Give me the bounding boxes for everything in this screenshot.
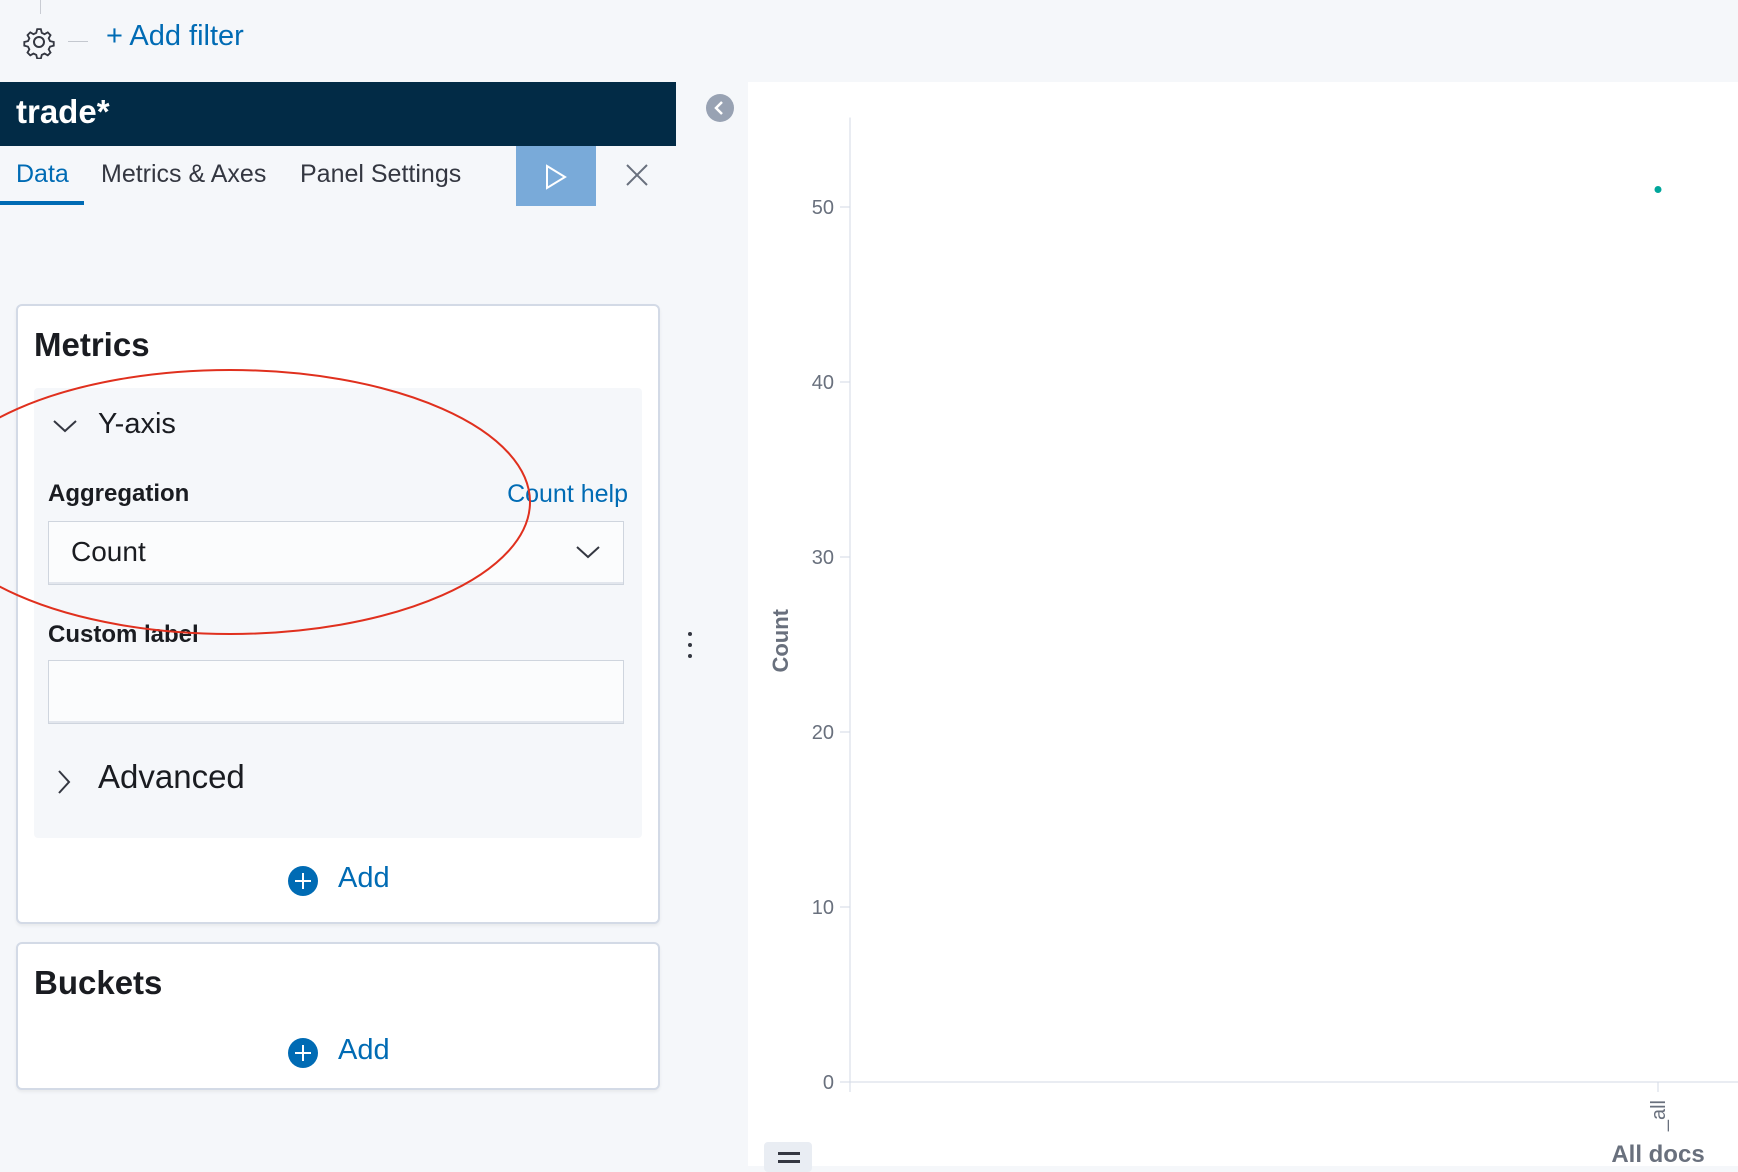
aggregation-select-value: Count xyxy=(71,536,146,567)
chevron-down-icon[interactable] xyxy=(52,418,78,434)
y-tick-label: 30 xyxy=(812,547,834,569)
add-metric-label: Add xyxy=(338,862,390,894)
chevron-left-icon xyxy=(714,101,723,115)
active-tab-indicator xyxy=(0,201,84,205)
list-icon xyxy=(778,1160,800,1163)
aggregation-label: Aggregation xyxy=(48,480,190,507)
add-bucket-label: Add xyxy=(338,1034,390,1066)
metrics-panel: Metrics Y-axis Aggregation Count help Co… xyxy=(16,304,660,924)
y-tick-label: 20 xyxy=(812,722,834,744)
advanced-toggle[interactable]: Advanced xyxy=(98,758,245,796)
aggregation-select[interactable]: Count xyxy=(48,521,624,585)
index-pattern-title: trade* xyxy=(16,93,110,130)
visualization-editor: trade* Data Metrics & Axes Panel Setting… xyxy=(0,82,676,1166)
data-point xyxy=(1654,186,1662,193)
buckets-panel: Buckets Add xyxy=(16,942,660,1090)
aggregation-toggle[interactable]: Y-axis xyxy=(98,408,176,441)
y-tick-label: 50 xyxy=(812,197,834,219)
add-metric-button[interactable]: Add xyxy=(18,862,658,902)
y-axis-title: Count xyxy=(768,608,793,672)
chart-area: 0 10 20 30 40 50 Count _all All docs xyxy=(748,82,1738,1168)
y-tick-label: 10 xyxy=(812,897,834,919)
x-axis-title: All docs xyxy=(1611,1141,1704,1166)
y-tick-label: 40 xyxy=(812,372,834,394)
buckets-title: Buckets xyxy=(34,964,163,1001)
collapse-sidebar-button[interactable] xyxy=(706,94,734,122)
chart-svg: 0 10 20 30 40 50 Count _all All docs xyxy=(768,117,1738,1168)
play-icon xyxy=(546,164,567,190)
metrics-title: Metrics xyxy=(34,326,150,363)
resize-handle[interactable] xyxy=(686,632,694,662)
x-tick-label: _all xyxy=(1648,1100,1670,1132)
plus-circle-icon xyxy=(288,866,318,896)
tab-metrics-axes[interactable]: Metrics & Axes xyxy=(101,160,266,189)
apply-changes-button[interactable] xyxy=(516,146,596,206)
legend-toggle-button[interactable] xyxy=(764,1142,812,1172)
tab-data[interactable]: Data xyxy=(16,160,69,189)
count-help-link[interactable]: Count help xyxy=(507,480,628,509)
y-tick-label: 0 xyxy=(823,1072,834,1094)
chevron-down-icon xyxy=(576,546,600,559)
chevron-right-icon[interactable] xyxy=(56,768,72,796)
list-icon xyxy=(778,1152,800,1155)
add-bucket-button[interactable]: Add xyxy=(18,1034,658,1074)
divider xyxy=(40,0,41,14)
plus-circle-icon xyxy=(288,1038,318,1068)
divider xyxy=(68,41,88,42)
close-icon[interactable] xyxy=(622,160,652,190)
custom-label-input[interactable] xyxy=(48,660,624,724)
y-axis-aggregation: Y-axis Aggregation Count help Count Cust… xyxy=(34,388,642,838)
gear-icon[interactable] xyxy=(22,25,56,59)
custom-label-label: Custom label xyxy=(48,621,199,648)
tab-panel-settings[interactable]: Panel Settings xyxy=(300,160,461,189)
filter-bar: + Add filter xyxy=(0,0,1738,82)
add-filter-button[interactable]: + Add filter xyxy=(106,20,244,53)
index-pattern-header: trade* xyxy=(0,82,676,146)
